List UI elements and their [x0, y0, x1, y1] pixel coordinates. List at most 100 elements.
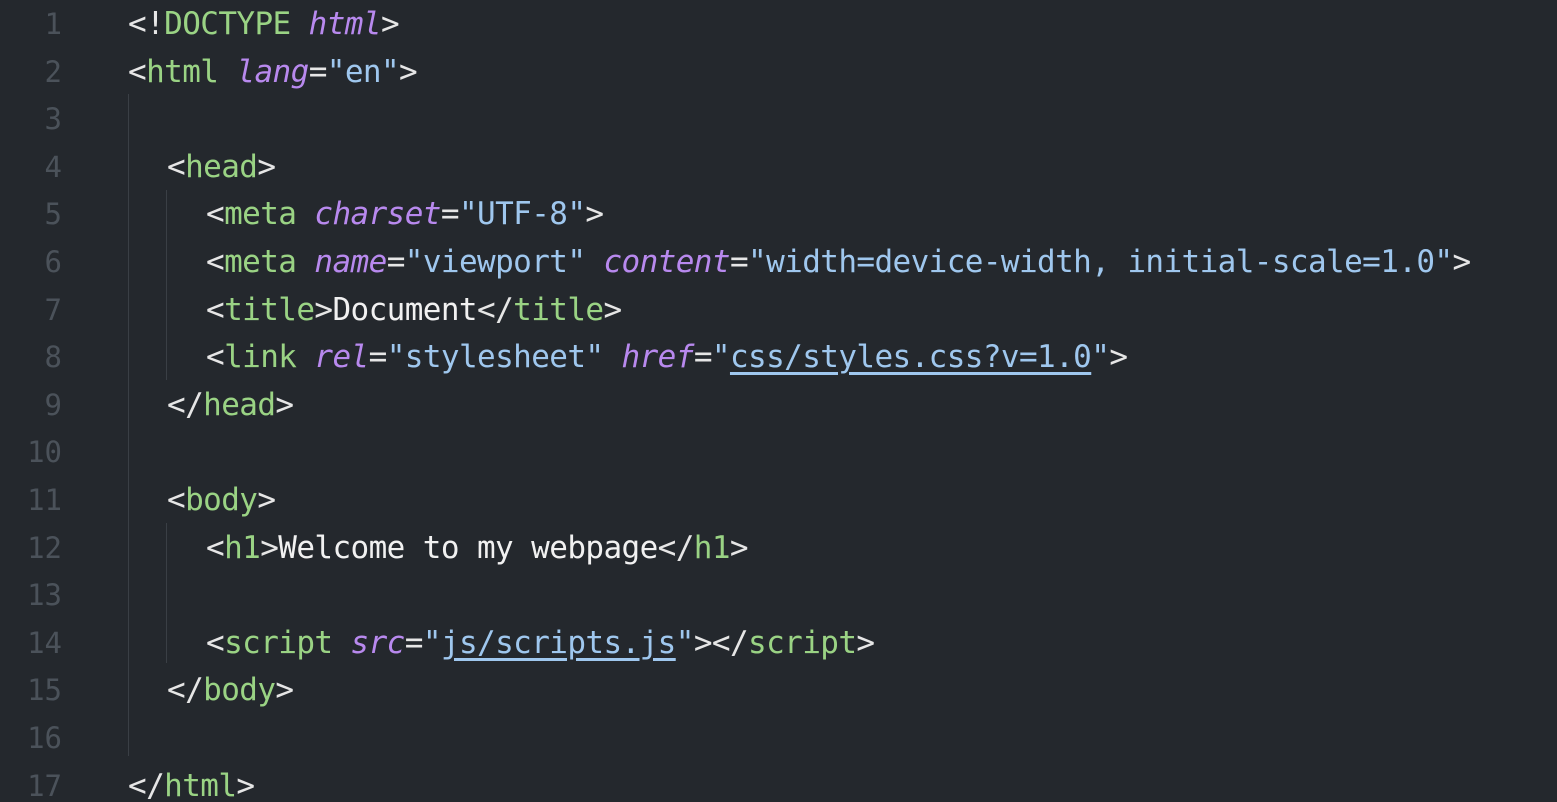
- code-token: <: [206, 529, 225, 566]
- code-token: "en": [326, 53, 400, 90]
- code-token: >: [257, 148, 276, 185]
- line-number: 17: [27, 768, 62, 802]
- line-number: 15: [27, 673, 62, 708]
- line-number: 6: [44, 245, 62, 279]
- code-token: </: [128, 767, 165, 802]
- code-token: "UTF-8": [458, 196, 586, 233]
- code-line[interactable]: 16: [0, 715, 1557, 762]
- code-token: >: [380, 6, 400, 42]
- code-token: src: [350, 624, 406, 661]
- line-number: 9: [44, 387, 62, 422]
- code-token: Welcome to my webpage: [278, 529, 658, 566]
- code-token: meta: [224, 196, 297, 233]
- code-token: html: [308, 6, 382, 42]
- code-token: "width=device-width, initial-scale=1.0": [748, 244, 1453, 280]
- line-code: <body>: [167, 477, 276, 524]
- code-line[interactable]: 11 <body>: [0, 477, 1557, 524]
- code-editor[interactable]: 1 <!DOCTYPE html> 2 <html lang="en"> 3 4 <head…: [0, 0, 1557, 802]
- code-line[interactable]: 17 </html>: [0, 763, 1557, 802]
- code-token: "stylesheet": [386, 339, 604, 376]
- code-line[interactable]: 6 <meta name="viewport" content="width=de…: [0, 239, 1557, 286]
- code-token: </: [167, 672, 204, 709]
- code-token: >: [314, 291, 333, 328]
- code-line[interactable]: 8 <link rel="stylesheet" href="css/styles…: [0, 334, 1557, 381]
- code-token: "viewport": [404, 244, 586, 280]
- code-token: >: [603, 291, 622, 328]
- code-line[interactable]: 3: [0, 96, 1557, 143]
- line-number: 3: [44, 102, 62, 137]
- code-token: >: [399, 53, 418, 90]
- code-line[interactable]: 4 <head>: [0, 144, 1557, 191]
- code-line[interactable]: 2 <html lang="en">: [0, 49, 1557, 96]
- code-token: </: [657, 529, 695, 566]
- line-number: 8: [44, 340, 62, 375]
- code-token: =: [404, 624, 424, 661]
- line-code: <title>Document</title>: [206, 287, 622, 334]
- code-token: head: [203, 386, 276, 423]
- code-line[interactable]: 9 </head>: [0, 382, 1557, 429]
- code-token: <!: [128, 6, 165, 42]
- code-token: </: [167, 386, 204, 423]
- code-token: =: [386, 244, 406, 280]
- code-token: ></: [693, 624, 749, 661]
- code-line[interactable]: 7 <title>Document</title>: [0, 287, 1557, 334]
- code-token: html: [146, 53, 219, 90]
- code-line[interactable]: 1 <!DOCTYPE html>: [0, 1, 1557, 48]
- line-number: 16: [27, 721, 62, 755]
- code-token: lang: [236, 53, 309, 90]
- code-token: body: [185, 482, 258, 518]
- line-number: 2: [44, 54, 62, 89]
- code-token: >: [729, 529, 749, 566]
- line-code: <script src="js/scripts.js"></script>: [206, 620, 875, 667]
- code-line[interactable]: 15 </body>: [0, 667, 1557, 714]
- line-code: <head>: [167, 144, 276, 191]
- code-token: <: [128, 53, 147, 90]
- code-token: href: [621, 339, 695, 376]
- line-number: 13: [27, 578, 62, 613]
- code-token: ": [675, 624, 695, 661]
- code-token: <: [167, 482, 186, 518]
- code-token: >: [585, 196, 604, 233]
- line-number: 11: [27, 483, 62, 517]
- line-code: <!DOCTYPE html>: [128, 1, 400, 48]
- code-token: >: [275, 672, 294, 709]
- code-token: >: [260, 529, 279, 566]
- code-token: >: [1452, 244, 1472, 280]
- line-code: <h1>Welcome to my webpage</h1>: [206, 525, 749, 572]
- code-token: =: [729, 244, 749, 280]
- code-line[interactable]: 12 <h1>Welcome to my webpage</h1>: [0, 525, 1557, 572]
- line-number: 4: [44, 149, 62, 184]
- code-token: DOCTYPE: [164, 6, 291, 42]
- code-token: body: [203, 672, 276, 709]
- code-token: >: [856, 624, 875, 661]
- code-line[interactable]: 14 <script src="js/scripts.js"></script>: [0, 620, 1557, 667]
- code-token: Document: [332, 291, 477, 328]
- line-code: <link rel="stylesheet" href="css/styles.…: [206, 334, 1128, 381]
- line-number: 10: [27, 435, 62, 470]
- code-token: charset: [314, 196, 441, 233]
- code-token: =: [440, 196, 460, 233]
- code-token: <: [167, 148, 186, 185]
- code-token: >: [275, 386, 294, 423]
- code-line[interactable]: 13: [0, 572, 1557, 619]
- code-token: link: [224, 339, 297, 376]
- code-token: name: [314, 244, 387, 280]
- code-token: <: [206, 624, 225, 661]
- code-token: content: [603, 244, 730, 280]
- code-token: css/styles.css?v=1.0: [729, 339, 1092, 376]
- code-token: title: [513, 291, 604, 328]
- line-number: 12: [27, 530, 62, 565]
- code-line[interactable]: 5 <meta charset="UTF-8">: [0, 191, 1557, 238]
- code-token: script: [224, 624, 333, 661]
- code-line[interactable]: 10: [0, 429, 1557, 476]
- code-token: h1: [224, 529, 261, 566]
- code-token: >: [257, 482, 276, 518]
- code-token: <: [206, 339, 225, 376]
- line-number: 14: [27, 625, 62, 660]
